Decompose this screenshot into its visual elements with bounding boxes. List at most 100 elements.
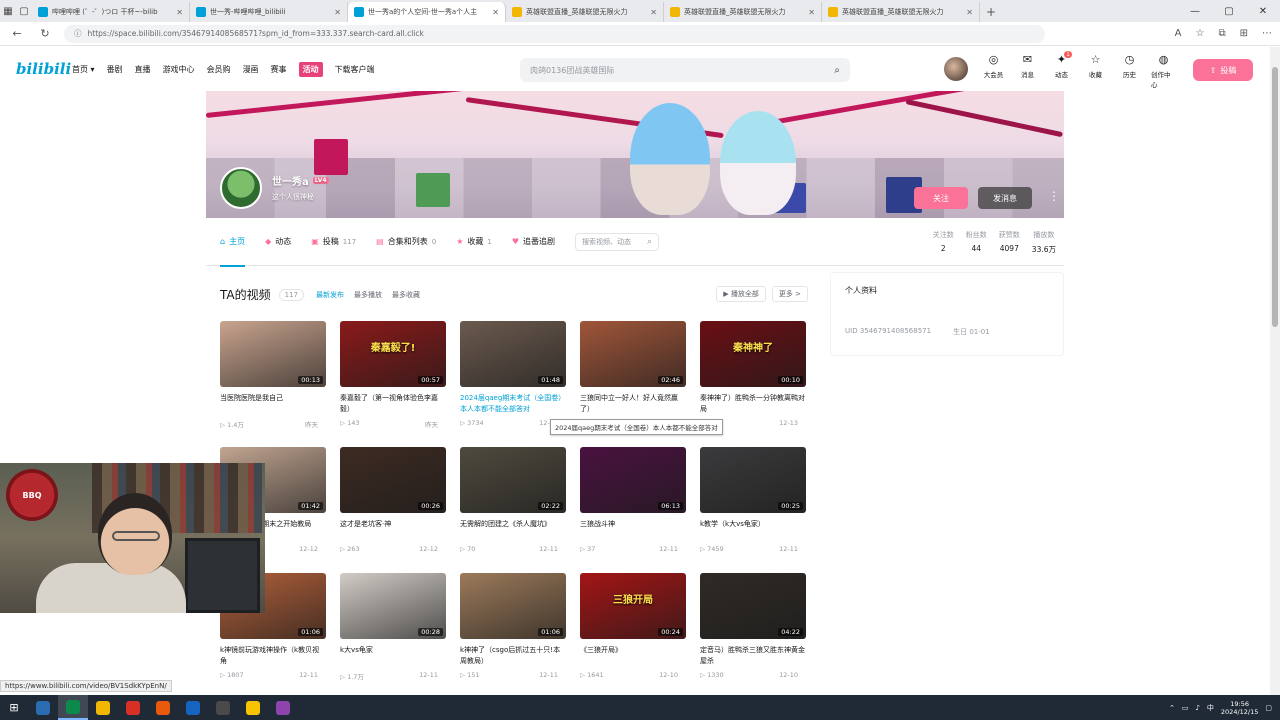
- tab-close-icon[interactable]: ✕: [176, 8, 183, 17]
- network-icon[interactable]: ▭: [1182, 704, 1189, 712]
- sort-option[interactable]: 最新发布: [316, 290, 344, 300]
- notification-icon[interactable]: ▢: [1265, 704, 1272, 712]
- video-title[interactable]: 秦神神了）胜鸭杀一分钟教离鸭对局: [700, 393, 806, 415]
- video-card[interactable]: 06:13 三狼战斗神 ▷ 37 12-11: [580, 447, 686, 573]
- header-icon-4[interactable]: ◷ 历史: [1117, 53, 1142, 79]
- tab-actions-icon[interactable]: ▢: [16, 0, 32, 22]
- stat-item[interactable]: 关注数 2: [933, 230, 954, 255]
- top-nav-item[interactable]: 漫画: [243, 64, 259, 75]
- video-title[interactable]: 三狼同中立一好人！好人竟然赢了）: [580, 393, 686, 415]
- stat-item[interactable]: 粉丝数 44: [966, 230, 987, 255]
- browser-tab[interactable]: 哔哩哔哩 (゜-゜)つロ 干杯~-bilib ✕: [32, 2, 190, 22]
- video-thumbnail[interactable]: 秦嘉毅了! 00:57: [340, 321, 446, 387]
- video-title[interactable]: 当医院医院是我自己: [220, 393, 326, 415]
- top-nav-item[interactable]: 番剧: [107, 64, 123, 75]
- user-avatar[interactable]: [944, 57, 968, 81]
- video-title[interactable]: 《三狼开局》: [580, 645, 686, 667]
- search-icon[interactable]: ⌕: [647, 237, 652, 247]
- space-tab[interactable]: ▣ 投稿 117: [311, 218, 356, 266]
- tab-close-icon[interactable]: ✕: [808, 8, 815, 17]
- sort-option[interactable]: 最多收藏: [392, 290, 420, 300]
- video-title[interactable]: k大vs龟家: [340, 645, 446, 667]
- video-thumbnail[interactable]: 秦神神了 00:10: [700, 321, 806, 387]
- browser-tab[interactable]: 英雄联盟直播_英雄联盟无限火力 ✕: [664, 2, 822, 22]
- clock[interactable]: 19:56 2024/12/15: [1221, 700, 1258, 716]
- video-card[interactable]: 02:22 无需解的团建之《杀人魔坑》 ▷ 70 12-11: [460, 447, 566, 573]
- taskbar-app-icon[interactable]: [28, 695, 58, 720]
- message-button[interactable]: 发消息: [978, 187, 1032, 209]
- video-title[interactable]: 定音马）胜鸭杀三狼又胜东神黄金屋杀: [700, 645, 806, 667]
- tab-close-icon[interactable]: ✕: [334, 8, 341, 17]
- video-title[interactable]: k教学（k大vs龟家）: [700, 519, 806, 541]
- window-menu-icon[interactable]: ▦: [0, 0, 16, 22]
- video-card[interactable]: 00:26 这才是老坑客·神 ▷ 263 12-12: [340, 447, 446, 573]
- top-nav-item[interactable]: 赛事: [271, 64, 287, 75]
- ime-indicator[interactable]: 中: [1207, 703, 1214, 713]
- taskbar-app-icon[interactable]: [178, 695, 208, 720]
- back-icon[interactable]: ←: [8, 27, 26, 40]
- top-nav-item[interactable]: 会员购: [207, 64, 231, 75]
- favorite-icon[interactable]: ☆: [1196, 28, 1205, 39]
- video-title[interactable]: 三狼战斗神: [580, 519, 686, 541]
- collections-icon[interactable]: ⊞: [1240, 28, 1248, 39]
- video-card[interactable]: 00:25 k教学（k大vs龟家） ▷ 7459 12-11: [700, 447, 806, 573]
- video-thumbnail[interactable]: 02:22: [460, 447, 566, 513]
- header-icon-3[interactable]: ☆ 收藏: [1083, 53, 1108, 79]
- follow-button[interactable]: 关注: [914, 187, 968, 209]
- video-card[interactable]: 00:13 当医院医院是我自己 ▷ 1.4万 昨天: [220, 321, 326, 447]
- top-nav-item[interactable]: 活动: [298, 61, 323, 77]
- refresh-icon[interactable]: ↻: [36, 27, 54, 40]
- site-info-icon[interactable]: ⓘ: [74, 28, 82, 39]
- space-search-input[interactable]: 搜索视频、动态 ⌕: [575, 232, 660, 251]
- video-title[interactable]: 2024届qaeg期末考试（全国卷）本人本都不能全部答对: [460, 393, 566, 415]
- tray-expand-icon[interactable]: ⌃: [1169, 704, 1175, 712]
- video-thumbnail[interactable]: 00:28: [340, 573, 446, 639]
- close-window-button[interactable]: ✕: [1246, 0, 1280, 22]
- top-nav-item[interactable]: 游戏中心: [163, 64, 195, 75]
- bilibili-logo[interactable]: bilibili: [16, 60, 71, 78]
- taskbar-app-icon[interactable]: [118, 695, 148, 720]
- scrollbar-thumb[interactable]: [1272, 67, 1278, 327]
- video-title[interactable]: 这才是老坑客·神: [340, 519, 446, 541]
- more-videos-button[interactable]: 更多 >: [771, 286, 808, 302]
- video-thumbnail[interactable]: 00:13: [220, 321, 326, 387]
- browser-tab[interactable]: 世一秀-哔哩哔哩_bilibili ✕: [190, 2, 348, 22]
- top-nav-item[interactable]: 下载客户端: [335, 64, 375, 75]
- video-card[interactable]: 秦嘉毅了! 00:57 秦嘉毅了（第一视角体验色李嘉毅） ▷ 143 昨天: [340, 321, 446, 447]
- maximize-button[interactable]: ▢: [1212, 0, 1246, 22]
- video-title[interactable]: 秦嘉毅了（第一视角体验色李嘉毅）: [340, 393, 446, 415]
- video-card[interactable]: 三狼开局 00:24 《三狼开局》 ▷ 1641 12-10: [580, 573, 686, 699]
- video-thumbnail[interactable]: 01:06: [460, 573, 566, 639]
- stat-item[interactable]: 播放数 33.6万: [1032, 230, 1056, 255]
- header-icon-2[interactable]: ✦ 动态 1: [1049, 51, 1074, 79]
- header-icon-5[interactable]: ◍ 创作中心: [1151, 53, 1176, 89]
- play-all-button[interactable]: ▶ 播放全部: [716, 286, 766, 302]
- volume-icon[interactable]: ♪: [1195, 704, 1199, 712]
- taskbar-app-icon[interactable]: [58, 695, 88, 720]
- top-nav-item[interactable]: 首页 ▾: [72, 64, 95, 75]
- video-thumbnail[interactable]: 02:46: [580, 321, 686, 387]
- url-field[interactable]: ⓘ https://space.bilibili.com/35467914085…: [64, 24, 1045, 43]
- minimize-button[interactable]: —: [1178, 0, 1212, 22]
- space-tab[interactable]: ⌂ 主页: [220, 218, 246, 267]
- sort-option[interactable]: 最多播放: [354, 290, 382, 300]
- header-icon-0[interactable]: ◎ 大会员: [981, 53, 1006, 79]
- taskbar-app-icon[interactable]: [88, 695, 118, 720]
- header-icon-1[interactable]: ✉ 消息: [1015, 53, 1040, 79]
- video-title[interactable]: 无需解的团建之《杀人魔坑》: [460, 519, 566, 541]
- space-tab[interactable]: ▤ 合集和列表 0: [376, 218, 436, 266]
- video-card[interactable]: 00:28 k大vs龟家 ▷ 1.7万 12-11: [340, 573, 446, 699]
- browser-tab[interactable]: 世一秀a的个人空间-世一秀a个人主 ✕: [348, 2, 506, 22]
- video-thumbnail[interactable]: 00:25: [700, 447, 806, 513]
- video-thumbnail[interactable]: 00:26: [340, 447, 446, 513]
- read-aloud-icon[interactable]: A: [1175, 28, 1182, 39]
- video-card[interactable]: 04:22 定音马）胜鸭杀三狼又胜东神黄金屋杀 ▷ 1330 12-10: [700, 573, 806, 699]
- up-avatar[interactable]: [220, 167, 262, 209]
- tab-close-icon[interactable]: ✕: [650, 8, 657, 17]
- space-tab[interactable]: ◆ 动态: [265, 218, 291, 266]
- taskbar-app-icon[interactable]: [148, 695, 178, 720]
- search-icon[interactable]: ⌕: [834, 65, 840, 76]
- video-thumbnail[interactable]: 06:13: [580, 447, 686, 513]
- space-tab[interactable]: ★ 收藏 1: [456, 218, 492, 266]
- more-options-icon[interactable]: ⋮: [1048, 189, 1060, 203]
